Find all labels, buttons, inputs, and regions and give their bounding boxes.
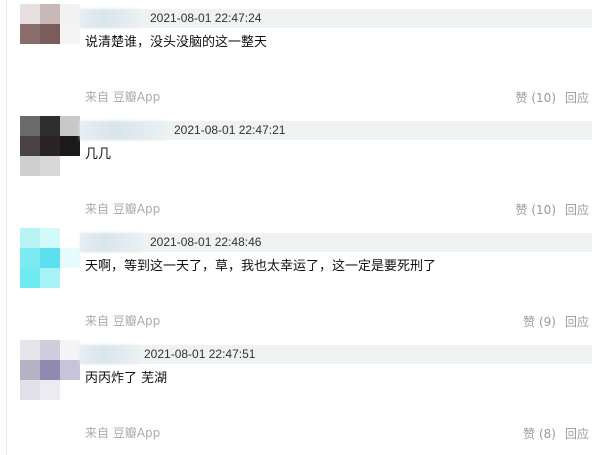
reply-button[interactable]: 回应 bbox=[565, 425, 589, 442]
avatar[interactable] bbox=[20, 4, 80, 64]
comment-header: 2021-08-01 22:47:51 bbox=[80, 345, 592, 364]
comment-time: 2021-08-01 22:47:21 bbox=[174, 123, 286, 137]
reply-button[interactable]: 回应 bbox=[565, 89, 589, 106]
avatar-tile bbox=[60, 340, 80, 360]
avatar-tile bbox=[20, 24, 40, 44]
avatar-tile bbox=[20, 360, 40, 380]
avatar-tile bbox=[60, 44, 80, 64]
username-redacted[interactable] bbox=[80, 345, 138, 364]
avatar-tile bbox=[40, 156, 60, 176]
avatar-tile bbox=[20, 268, 40, 288]
avatar[interactable] bbox=[20, 116, 80, 176]
avatar-tile bbox=[60, 248, 80, 268]
avatar-tile bbox=[60, 24, 80, 44]
reply-button[interactable]: 回应 bbox=[565, 201, 589, 218]
avatar-tile bbox=[40, 4, 60, 24]
reply-button[interactable]: 回应 bbox=[565, 313, 589, 330]
avatar-tile bbox=[40, 24, 60, 44]
avatar-tile bbox=[40, 340, 60, 360]
avatar-tile bbox=[60, 380, 80, 400]
like-button[interactable]: 赞 (9) bbox=[523, 313, 556, 330]
avatar-tile bbox=[20, 136, 40, 156]
avatar-tile bbox=[40, 360, 60, 380]
avatar-tile bbox=[20, 248, 40, 268]
like-button[interactable]: 赞 (10) bbox=[516, 89, 556, 106]
avatar[interactable] bbox=[20, 228, 80, 288]
avatar-tile bbox=[40, 136, 60, 156]
comment-item: 2021-08-01 22:47:51 丙丙炸了 芜湖 来自 豆瓣App 赞 (… bbox=[0, 336, 606, 446]
avatar[interactable] bbox=[20, 340, 80, 400]
comment-header: 2021-08-01 22:47:21 bbox=[80, 121, 592, 140]
comment-text: 丙丙炸了 芜湖 bbox=[85, 371, 168, 386]
avatar-tile bbox=[60, 136, 80, 156]
comment-time: 2021-08-01 22:47:51 bbox=[144, 347, 256, 361]
avatar-tile bbox=[40, 248, 60, 268]
like-button[interactable]: 赞 (10) bbox=[516, 201, 556, 218]
like-button[interactable]: 赞 (8) bbox=[523, 425, 556, 442]
avatar-tile bbox=[40, 228, 60, 248]
avatar-tile bbox=[20, 228, 40, 248]
avatar-tile bbox=[20, 340, 40, 360]
comment-source: 来自 豆瓣App bbox=[85, 90, 161, 104]
avatar-tile bbox=[40, 380, 60, 400]
username-redacted[interactable] bbox=[80, 9, 140, 28]
comment-source: 来自 豆瓣App bbox=[85, 202, 161, 216]
avatar-tile bbox=[60, 268, 80, 288]
avatar-tile bbox=[40, 268, 60, 288]
avatar-tile bbox=[20, 156, 40, 176]
comment-header: 2021-08-01 22:47:24 bbox=[80, 9, 592, 28]
comment-source: 来自 豆瓣App bbox=[85, 426, 161, 440]
avatar-tile bbox=[20, 44, 40, 64]
comment-source: 来自 豆瓣App bbox=[85, 314, 161, 328]
avatar-tile bbox=[20, 380, 40, 400]
avatar-tile bbox=[60, 228, 80, 248]
avatar-tile bbox=[60, 360, 80, 380]
comment-item: 2021-08-01 22:47:24 说清楚谁，没头没脑的这一整天 来自 豆瓣… bbox=[0, 0, 606, 110]
avatar-tile bbox=[40, 44, 60, 64]
comment-time: 2021-08-01 22:47:24 bbox=[150, 11, 262, 25]
avatar-tile bbox=[60, 4, 80, 24]
comment-item: 2021-08-01 22:48:46 天啊，等到这一天了，草，我也太幸运了，这… bbox=[0, 224, 606, 334]
comment-item: 2021-08-01 22:47:21 几几 来自 豆瓣App 赞 (10) 回… bbox=[0, 112, 606, 222]
comment-header: 2021-08-01 22:48:46 bbox=[80, 233, 592, 252]
comment-text: 几几 bbox=[85, 147, 112, 162]
username-redacted[interactable] bbox=[80, 233, 142, 252]
comment-text: 天啊，等到这一天了，草，我也太幸运了，这一定是要死刑了 bbox=[85, 259, 437, 274]
comment-time: 2021-08-01 22:48:46 bbox=[150, 235, 262, 249]
avatar-tile bbox=[60, 156, 80, 176]
comment-text: 说清楚谁，没头没脑的这一整天 bbox=[85, 35, 268, 50]
avatar-tile bbox=[60, 116, 80, 136]
avatar-tile bbox=[20, 116, 40, 136]
avatar-tile bbox=[40, 116, 60, 136]
username-redacted[interactable] bbox=[80, 121, 166, 140]
avatar-tile bbox=[20, 4, 40, 24]
